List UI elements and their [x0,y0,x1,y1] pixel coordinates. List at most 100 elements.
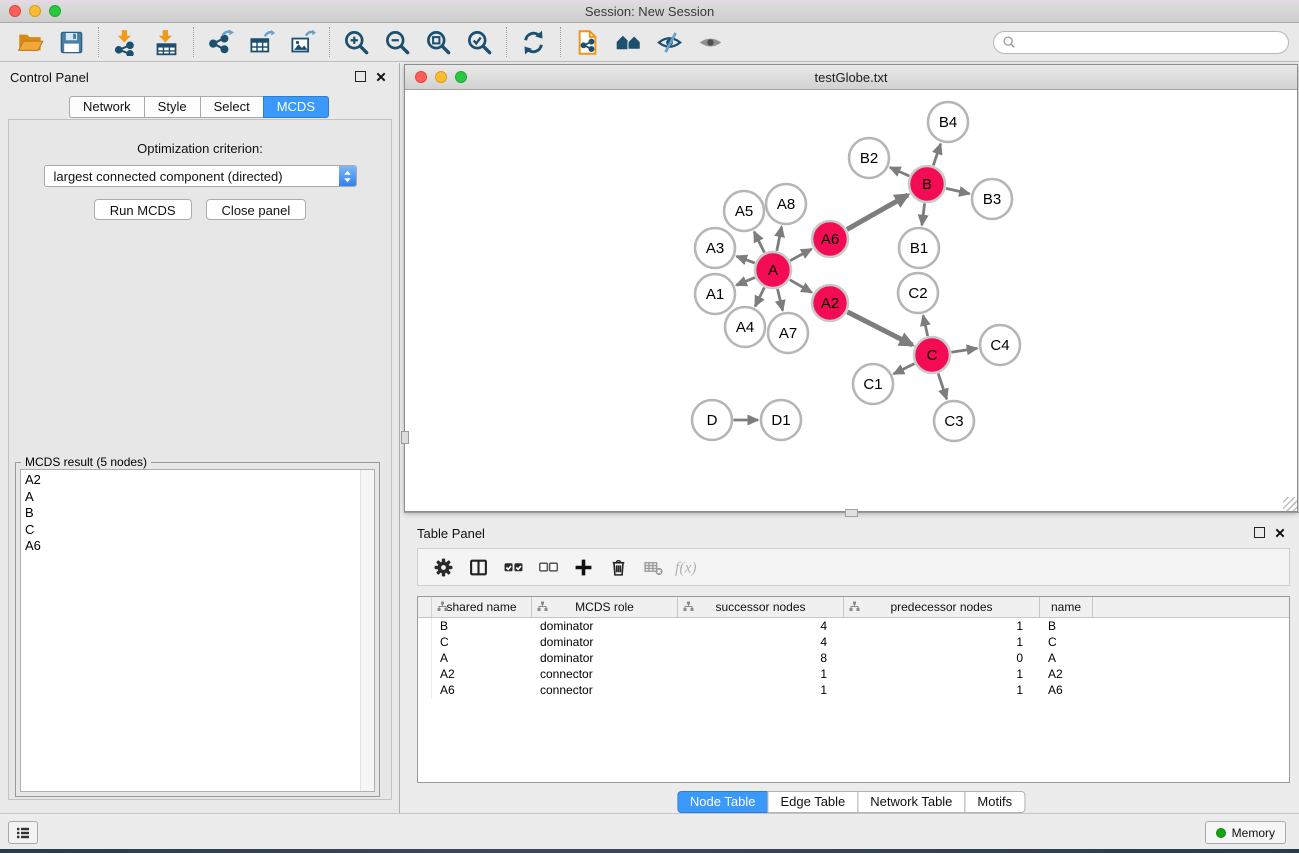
graph-node-C4[interactable]: C4 [980,325,1020,365]
network-document-icon[interactable] [567,26,608,59]
home-icon[interactable] [608,26,649,59]
close-panel-button[interactable]: Close panel [206,199,307,220]
cell-predecessor-nodes[interactable]: 1 [844,667,1040,681]
graph-edge-A-A1[interactable] [736,278,755,286]
tab-mcds[interactable]: MCDS [263,96,329,118]
graph-node-B3[interactable]: B3 [972,179,1012,219]
cell-predecessor-nodes[interactable]: 0 [844,651,1040,665]
result-scrollbar[interactable] [360,470,374,791]
graph-node-A1[interactable]: A1 [695,274,735,314]
select-all-columns-icon[interactable] [498,554,528,580]
table-row[interactable]: Adominator80A [418,650,1289,666]
graph-edge-A-A2[interactable] [790,280,812,293]
search-input[interactable] [1020,34,1284,50]
graph-node-A7[interactable]: A7 [768,313,808,353]
cell-mcds-role[interactable]: dominator [532,651,678,665]
result-item[interactable]: A [21,489,374,506]
refresh-icon[interactable] [513,26,554,59]
graph-node-A2[interactable]: A2 [812,285,848,321]
table-row[interactable]: Cdominator41C [418,634,1289,650]
graph-edge-A6-B[interactable] [847,195,908,230]
show-view-icon[interactable] [690,26,731,59]
graph-edge-B-B3[interactable] [946,188,970,193]
cell-mcds-role[interactable]: connector [532,667,678,681]
graph-edge-B-B4[interactable] [933,144,940,166]
graph-edge-A-A7[interactable] [778,289,783,311]
search-box[interactable] [993,31,1289,54]
column-header-predecessor-nodes[interactable]: predecessor nodes [844,597,1040,617]
tab-edge-table[interactable]: Edge Table [767,791,858,813]
column-header-successor-nodes[interactable]: successor nodes [678,597,844,617]
export-image-icon[interactable] [282,26,323,59]
cell-shared-name[interactable]: A2 [432,667,532,681]
zoom-fit-icon[interactable] [418,26,459,59]
tab-network-table[interactable]: Network Table [857,791,965,813]
graph-node-A6[interactable]: A6 [812,221,848,257]
cell-successor-nodes[interactable]: 4 [678,635,844,649]
zoom-in-icon[interactable] [336,26,377,59]
delete-column-icon[interactable] [603,554,633,580]
result-item[interactable]: C [21,522,374,539]
network-window-titlebar[interactable]: testGlobe.txt [405,65,1297,90]
float-panel-icon[interactable] [355,71,366,82]
graph-edge-A-A5[interactable] [754,232,764,253]
graph-node-A5[interactable]: A5 [724,191,764,231]
cell-predecessor-nodes[interactable]: 1 [844,635,1040,649]
graph-edge-A-A8[interactable] [777,227,782,251]
tab-node-table[interactable]: Node Table [677,791,769,813]
graph-edge-A-A3[interactable] [737,256,755,263]
graph-node-B1[interactable]: B1 [899,228,939,268]
tab-motifs[interactable]: Motifs [964,791,1025,813]
close-panel-icon[interactable] [376,72,386,82]
cell-successor-nodes[interactable]: 4 [678,619,844,633]
graph-node-D[interactable]: D [692,400,732,440]
network-canvas[interactable]: A5A8A3AA6A1A4A7A2B2B4BB3B1C2CC4C1C3DD1 [405,89,1297,511]
cell-successor-nodes[interactable]: 8 [678,651,844,665]
cell-mcds-role[interactable]: dominator [532,619,678,633]
export-network-icon[interactable] [200,26,241,59]
float-table-panel-icon[interactable] [1254,527,1265,538]
cell-predecessor-nodes[interactable]: 1 [844,683,1040,697]
graph-edge-A-A4[interactable] [755,288,764,307]
zoom-out-icon[interactable] [377,26,418,59]
run-mcds-button[interactable]: Run MCDS [94,199,192,220]
graph-edge-C-C4[interactable] [951,348,977,352]
column-header-name[interactable]: name [1040,597,1093,617]
cell-shared-name[interactable]: B [432,619,532,633]
tab-network[interactable]: Network [69,96,145,118]
graph-edge-C-C3[interactable] [938,374,947,400]
graph-node-B4[interactable]: B4 [928,102,968,142]
export-table-icon[interactable] [241,26,282,59]
graph-edge-A2-C[interactable] [847,312,912,345]
vertical-splitter-handle[interactable] [401,431,409,444]
cell-name[interactable]: B [1040,619,1093,633]
cell-predecessor-nodes[interactable]: 1 [844,619,1040,633]
import-table-icon[interactable] [146,26,187,59]
horizontal-splitter-handle[interactable] [845,509,858,517]
table-row[interactable]: A2connector11A2 [418,666,1289,682]
cell-successor-nodes[interactable]: 1 [678,683,844,697]
result-item[interactable]: A2 [21,472,374,489]
graph-node-D1[interactable]: D1 [761,400,801,440]
cell-name[interactable]: A [1040,651,1093,665]
tab-style[interactable]: Style [144,96,201,118]
cell-shared-name[interactable]: A [432,651,532,665]
table-settings-gear-icon[interactable] [428,554,458,580]
open-session-icon[interactable] [10,26,51,59]
result-item[interactable]: A6 [21,538,374,555]
cell-successor-nodes[interactable]: 1 [678,667,844,681]
result-item[interactable]: B [21,505,374,522]
table-row[interactable]: Bdominator41B [418,618,1289,634]
zoom-selected-icon[interactable] [459,26,500,59]
column-header-mcds-role[interactable]: MCDS role [532,597,678,617]
optimization-dropdown[interactable]: largest connected component (directed) [44,165,357,187]
graph-edge-B-B1[interactable] [922,203,925,225]
import-network-icon[interactable] [105,26,146,59]
graph-edge-B-B2[interactable] [890,167,909,176]
window-resize-grip[interactable] [1283,497,1297,511]
memory-button[interactable]: Memory [1205,821,1286,844]
graph-edge-A-A6[interactable] [790,249,812,261]
graph-edge-C-C2[interactable] [923,315,928,336]
graph-node-C1[interactable]: C1 [853,364,893,404]
column-header-shared-name[interactable]: shared name [432,597,532,617]
